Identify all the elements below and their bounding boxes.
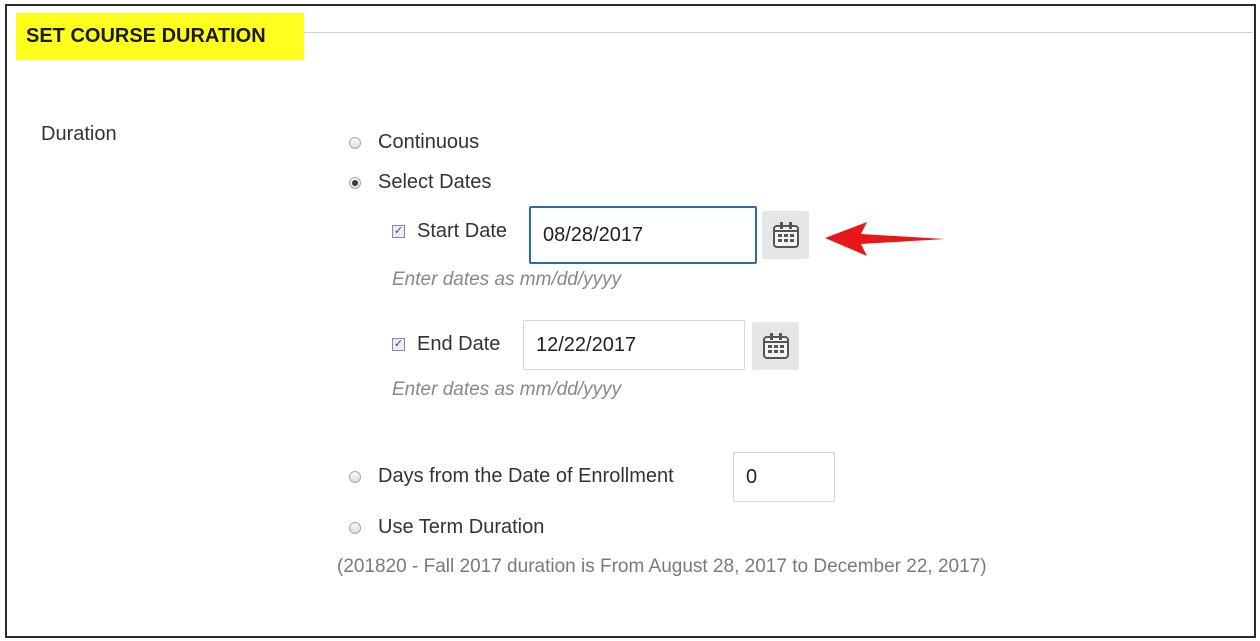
continuous-label: Continuous bbox=[378, 131, 480, 153]
days-from-enrollment-label: Days from the Date of Enrollment bbox=[378, 465, 674, 487]
start-date-checkbox[interactable]: ✓ bbox=[392, 225, 405, 238]
calendar-icon bbox=[772, 222, 799, 248]
option-select-dates[interactable]: Select Dates bbox=[349, 171, 491, 194]
end-date-input[interactable] bbox=[523, 320, 745, 370]
option-term-duration[interactable]: Use Term Duration bbox=[349, 516, 544, 539]
header-divider bbox=[304, 32, 1252, 33]
course-duration-panel: SET COURSE DURATION Duration Continuous … bbox=[5, 4, 1256, 638]
days-input[interactable] bbox=[733, 452, 835, 502]
start-date-hint: Enter dates as mm/dd/yyyy bbox=[392, 269, 622, 290]
end-date-calendar-button[interactable] bbox=[752, 322, 799, 370]
term-duration-note: (201820 - Fall 2017 duration is From Aug… bbox=[337, 556, 987, 577]
end-date-checkbox[interactable]: ✓ bbox=[392, 338, 405, 351]
end-date-option[interactable]: ✓ End Date bbox=[392, 333, 500, 356]
start-date-calendar-button[interactable] bbox=[762, 211, 809, 259]
select-dates-label: Select Dates bbox=[378, 171, 492, 193]
term-duration-radio[interactable] bbox=[349, 521, 361, 534]
calendar-icon bbox=[762, 333, 789, 359]
continuous-radio[interactable] bbox=[349, 136, 361, 149]
select-dates-radio[interactable] bbox=[349, 176, 361, 189]
term-duration-label: Use Term Duration bbox=[378, 516, 545, 538]
option-days-from-enrollment[interactable]: Days from the Date of Enrollment bbox=[349, 465, 674, 488]
days-from-enrollment-radio[interactable] bbox=[349, 470, 361, 483]
section-title: SET COURSE DURATION bbox=[16, 13, 304, 60]
start-date-label: Start Date bbox=[417, 220, 508, 242]
duration-label: Duration bbox=[41, 123, 117, 145]
red-arrow-icon bbox=[825, 222, 945, 256]
end-date-hint: Enter dates as mm/dd/yyyy bbox=[392, 379, 622, 400]
end-date-label: End Date bbox=[417, 333, 501, 355]
start-date-option[interactable]: ✓ Start Date bbox=[392, 220, 507, 243]
start-date-input[interactable] bbox=[529, 206, 757, 264]
option-continuous[interactable]: Continuous bbox=[349, 131, 479, 154]
